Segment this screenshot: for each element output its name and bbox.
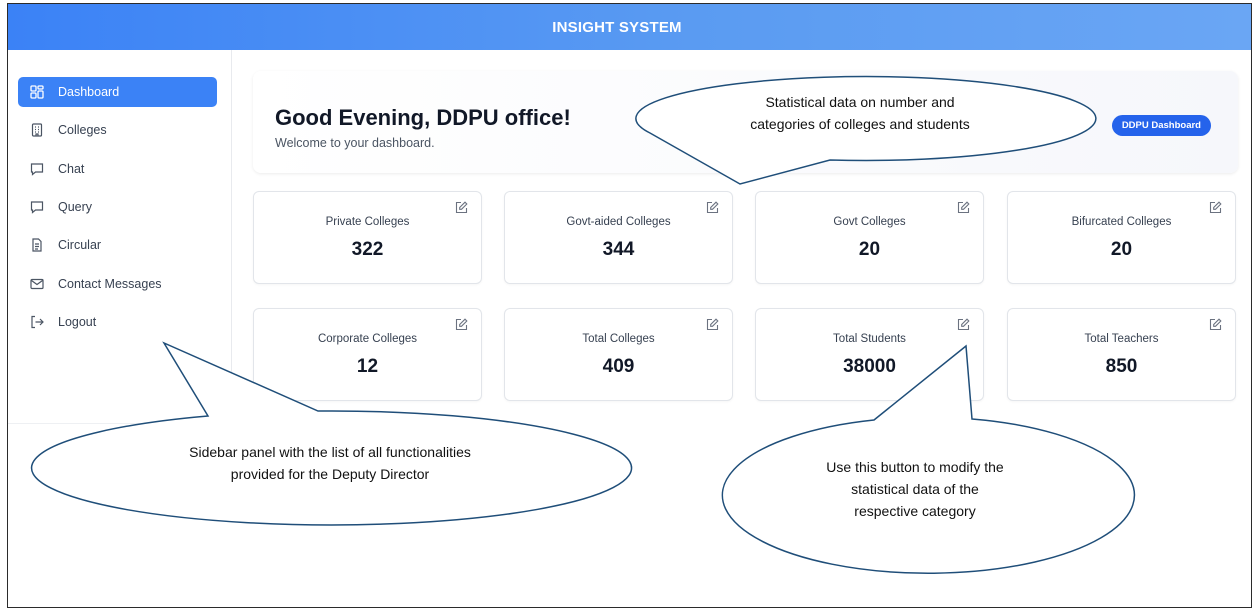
edit-icon[interactable] [1209, 318, 1222, 331]
stat-label: Bifurcated Colleges [1071, 216, 1172, 228]
sidebar-item-contact-messages[interactable]: Contact Messages [18, 269, 217, 299]
callout-text-sidebar: Sidebar panel with the list of all funct… [189, 444, 471, 482]
logout-icon [30, 315, 44, 329]
stat-label: Private Colleges [325, 216, 410, 228]
stat-value: 344 [602, 239, 635, 260]
stat-value: 850 [1105, 356, 1138, 377]
app-window: INSIGHT SYSTEM Dashboard Colleges Chat Q… [7, 3, 1252, 608]
stat-value: 322 [351, 239, 384, 260]
edit-icon[interactable] [1209, 201, 1222, 214]
sidebar-item-label: Circular [58, 238, 102, 252]
stat-card-govt-aided-colleges: Govt-aided Colleges 344 [504, 191, 733, 284]
stat-value: 409 [602, 356, 635, 377]
stat-value: 20 [1110, 239, 1133, 260]
stat-card-private-colleges: Private Colleges 322 [253, 191, 482, 284]
sidebar-item-chat[interactable]: Chat [18, 154, 217, 184]
edit-icon[interactable] [455, 201, 468, 214]
stat-card-govt-colleges: Govt Colleges 20 [755, 191, 984, 284]
app-title: INSIGHT SYSTEM [552, 18, 682, 36]
query-icon [30, 200, 44, 214]
stat-value: 12 [356, 356, 379, 377]
sidebar-item-logout[interactable]: Logout [18, 307, 217, 337]
sidebar-item-label: Query [58, 200, 93, 214]
stat-label: Govt-aided Colleges [566, 216, 671, 228]
document-icon [30, 238, 44, 252]
stat-value: 38000 [843, 356, 896, 377]
stat-value: 20 [858, 239, 881, 260]
mail-icon [30, 277, 44, 291]
stat-label: Total Colleges [582, 333, 655, 345]
stat-label: Corporate Colleges [317, 333, 418, 345]
stat-card-total-colleges: Total Colleges 409 [504, 308, 733, 401]
sidebar-item-label: Contact Messages [58, 277, 162, 291]
edit-icon[interactable] [706, 318, 719, 331]
sidebar-item-label: Dashboard [58, 85, 120, 99]
sidebar-item-circular[interactable]: Circular [18, 230, 217, 260]
dashboard-badge[interactable]: DDPU Dashboard [1111, 115, 1211, 136]
page-title: Good Evening, DDPU office! [275, 105, 571, 130]
chat-icon [30, 162, 44, 176]
stat-card-total-teachers: Total Teachers 850 [1007, 308, 1236, 401]
dashboard-icon [30, 85, 44, 99]
stat-label: Total Students [833, 333, 906, 345]
sidebar-item-dashboard[interactable]: Dashboard [18, 77, 217, 107]
edit-icon[interactable] [706, 201, 719, 214]
top-bar: INSIGHT SYSTEM [8, 4, 1251, 50]
sidebar-item-label: Chat [58, 162, 85, 176]
stat-card-total-students: Total Students 38000 [755, 308, 984, 401]
stat-label: Total Teachers [1084, 333, 1159, 345]
callout-text-edit: Use this button to modify the statistica… [826, 459, 1004, 519]
sidebar-item-colleges[interactable]: Colleges [18, 115, 217, 145]
edit-icon[interactable] [455, 318, 468, 331]
sidebar-item-label: Colleges [58, 123, 107, 137]
edit-icon[interactable] [957, 318, 970, 331]
stat-card-bifurcated-colleges: Bifurcated Colleges 20 [1007, 191, 1236, 284]
callout-text-stats: Statistical data on number and categorie… [750, 94, 970, 132]
stat-card-corporate-colleges: Corporate Colleges 12 [253, 308, 482, 401]
sidebar-item-label: Logout [58, 315, 97, 329]
edit-icon[interactable] [957, 201, 970, 214]
stat-label: Govt Colleges [833, 216, 906, 228]
sidebar-item-query[interactable]: Query [18, 192, 217, 222]
welcome-subtitle: Welcome to your dashboard. [275, 136, 435, 150]
sidebar: Dashboard Colleges Chat Query Circular C… [8, 50, 232, 424]
building-icon [30, 123, 44, 137]
